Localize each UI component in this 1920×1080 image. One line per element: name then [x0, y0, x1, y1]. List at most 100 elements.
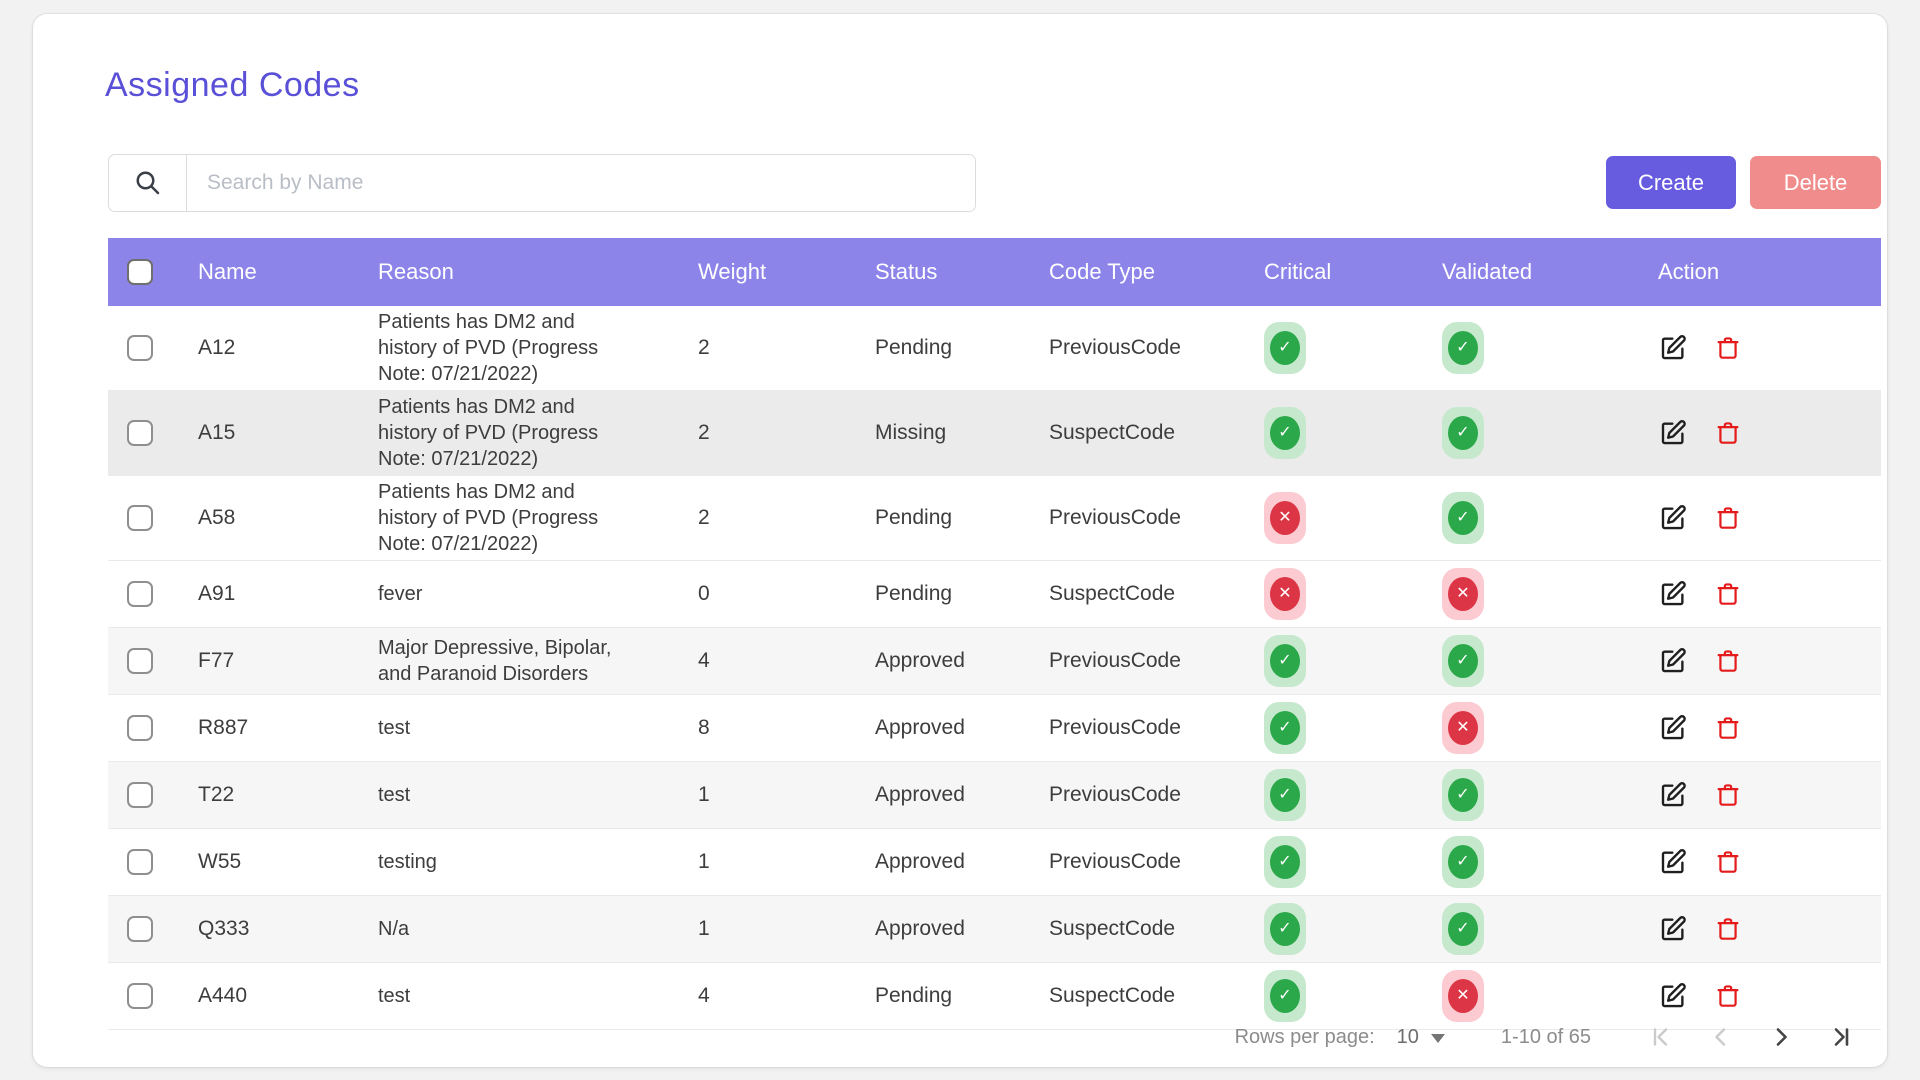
pagination-bar: Rows per page: 10 1-10 of 65	[108, 1009, 1881, 1065]
search-icon	[109, 155, 187, 211]
critical-status-icon: ✓	[1264, 769, 1306, 821]
row-checkbox[interactable]	[127, 648, 153, 674]
select-all-checkbox[interactable]	[127, 259, 153, 285]
critical-status-icon: ✓	[1264, 635, 1306, 687]
validated-status-icon: ✓	[1442, 407, 1484, 459]
row-checkbox[interactable]	[127, 916, 153, 942]
code-status: Approved	[875, 649, 1049, 673]
code-reason: Patients has DM2 and history of PVD (Pro…	[378, 476, 636, 560]
critical-status-icon: ✓	[1264, 407, 1306, 459]
code-type: SuspectCode	[1049, 421, 1264, 445]
code-status: Missing	[875, 421, 1049, 445]
trash-icon[interactable]	[1714, 781, 1742, 809]
trash-icon[interactable]	[1714, 982, 1742, 1010]
code-name: A91	[198, 582, 378, 606]
code-weight: 1	[698, 783, 875, 807]
table-row: A15 Patients has DM2 and history of PVD …	[108, 391, 1881, 476]
code-reason: test	[378, 712, 636, 744]
code-name: A58	[198, 506, 378, 530]
validated-status-icon: ✓	[1442, 635, 1484, 687]
code-type: PreviousCode	[1049, 850, 1264, 874]
row-checkbox[interactable]	[127, 849, 153, 875]
page-title: Assigned Codes	[105, 66, 360, 105]
edit-icon[interactable]	[1658, 847, 1688, 877]
table-row: A12 Patients has DM2 and history of PVD …	[108, 306, 1881, 391]
column-header-critical: Critical	[1264, 259, 1442, 285]
code-reason: Patients has DM2 and history of PVD (Pro…	[378, 306, 636, 390]
code-reason: Patients has DM2 and history of PVD (Pro…	[378, 391, 636, 475]
column-header-validated: Validated	[1442, 259, 1654, 285]
trash-icon[interactable]	[1714, 580, 1742, 608]
code-type: PreviousCode	[1049, 716, 1264, 740]
edit-icon[interactable]	[1658, 646, 1688, 676]
row-checkbox[interactable]	[127, 715, 153, 741]
trash-icon[interactable]	[1714, 419, 1742, 447]
column-header-weight: Weight	[698, 259, 875, 285]
code-weight: 8	[698, 716, 875, 740]
code-reason: test	[378, 980, 636, 1012]
rows-per-page-label: Rows per page:	[1235, 1026, 1375, 1049]
code-name: A440	[198, 984, 378, 1008]
table-row: T22 test 1 Approved PreviousCode ✓ ✓	[108, 762, 1881, 829]
edit-icon[interactable]	[1658, 914, 1688, 944]
assigned-codes-card: Assigned Codes Create Delete Name Reason…	[33, 14, 1887, 1067]
edit-icon[interactable]	[1658, 981, 1688, 1011]
trash-icon[interactable]	[1714, 915, 1742, 943]
code-status: Pending	[875, 984, 1049, 1008]
row-checkbox[interactable]	[127, 420, 153, 446]
edit-icon[interactable]	[1658, 780, 1688, 810]
code-reason: test	[378, 779, 636, 811]
trash-icon[interactable]	[1714, 504, 1742, 532]
delete-button[interactable]: Delete	[1750, 156, 1881, 209]
critical-status-icon: ✓	[1264, 836, 1306, 888]
search-input[interactable]	[187, 155, 975, 211]
code-name: T22	[198, 783, 378, 807]
code-name: R887	[198, 716, 378, 740]
critical-status-icon: ✕	[1264, 492, 1306, 544]
code-name: Q333	[198, 917, 378, 941]
assigned-codes-table: Name Reason Weight Status Code Type Crit…	[108, 238, 1881, 1030]
edit-icon[interactable]	[1658, 503, 1688, 533]
rows-per-page-select[interactable]: 10	[1397, 1026, 1445, 1049]
edit-icon[interactable]	[1658, 333, 1688, 363]
trash-icon[interactable]	[1714, 714, 1742, 742]
trash-icon[interactable]	[1714, 334, 1742, 362]
code-status: Pending	[875, 336, 1049, 360]
code-type: SuspectCode	[1049, 917, 1264, 941]
trash-icon[interactable]	[1714, 848, 1742, 876]
column-header-name: Name	[198, 259, 378, 285]
table-row: W55 testing 1 Approved PreviousCode ✓ ✓	[108, 829, 1881, 896]
code-type: PreviousCode	[1049, 649, 1264, 673]
edit-icon[interactable]	[1658, 579, 1688, 609]
code-status: Approved	[875, 783, 1049, 807]
table-row: R887 test 8 Approved PreviousCode ✓ ✕	[108, 695, 1881, 762]
code-reason: N/a	[378, 913, 636, 945]
code-reason: fever	[378, 578, 636, 610]
edit-icon[interactable]	[1658, 418, 1688, 448]
trash-icon[interactable]	[1714, 647, 1742, 675]
code-status: Approved	[875, 917, 1049, 941]
code-weight: 0	[698, 582, 875, 606]
critical-status-icon: ✓	[1264, 322, 1306, 374]
row-checkbox[interactable]	[127, 983, 153, 1009]
critical-status-icon: ✓	[1264, 903, 1306, 955]
row-checkbox[interactable]	[127, 335, 153, 361]
table-header: Name Reason Weight Status Code Type Crit…	[108, 238, 1881, 306]
column-header-code-type: Code Type	[1049, 259, 1264, 285]
code-reason: Major Depressive, Bipolar, and Paranoid …	[378, 632, 636, 690]
previous-page-icon[interactable]	[1709, 1025, 1733, 1049]
row-checkbox[interactable]	[127, 782, 153, 808]
edit-icon[interactable]	[1658, 713, 1688, 743]
create-button[interactable]: Create	[1606, 156, 1736, 209]
validated-status-icon: ✓	[1442, 769, 1484, 821]
code-status: Pending	[875, 582, 1049, 606]
next-page-icon[interactable]	[1769, 1025, 1793, 1049]
code-name: W55	[198, 850, 378, 874]
row-checkbox[interactable]	[127, 505, 153, 531]
table-row: Q333 N/a 1 Approved SuspectCode ✓ ✓	[108, 896, 1881, 963]
row-checkbox[interactable]	[127, 581, 153, 607]
last-page-icon[interactable]	[1829, 1025, 1853, 1049]
first-page-icon[interactable]	[1649, 1025, 1673, 1049]
column-header-reason: Reason	[378, 259, 698, 285]
column-header-status: Status	[875, 259, 1049, 285]
